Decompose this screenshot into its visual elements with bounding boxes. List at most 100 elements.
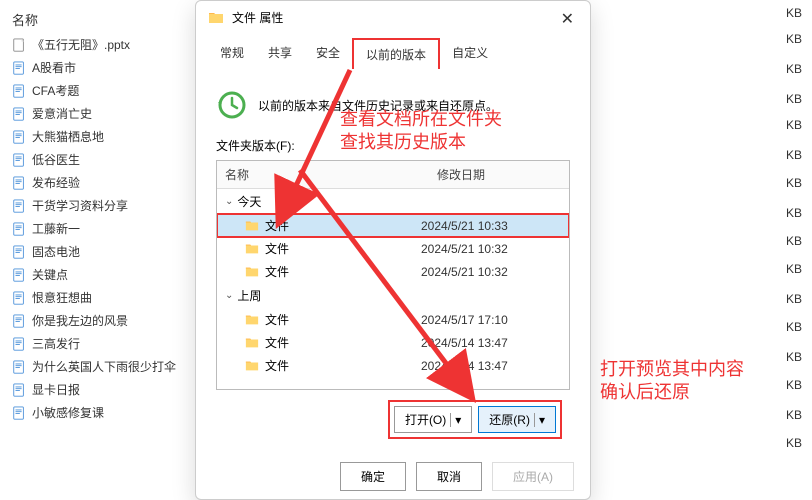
bg-file-name: 恨意狂想曲 [32,289,92,306]
bg-file-name: CFA考题 [32,82,79,99]
bg-file-item[interactable]: 大熊猫栖息地 [0,125,195,148]
bg-file-name: 干货学习资料分享 [32,197,128,214]
bg-size-kb: KB [772,292,802,306]
bg-file-name: 大熊猫栖息地 [32,128,104,145]
bg-file-item[interactable]: 关键点 [0,263,195,286]
annotation-2: 打开预览其中内容 确认后还原 [600,358,744,405]
doc-icon [12,153,26,167]
version-name: 文件 [265,263,415,280]
bg-file-item[interactable]: A股看市 [0,56,195,79]
version-list[interactable]: 名称 修改日期 ⌄今天文件2024/5/21 10:33文件2024/5/21 … [216,160,570,390]
doc-icon [12,84,26,98]
bg-file-name: 显卡日报 [32,381,80,398]
bg-file-name: 关键点 [32,266,68,283]
open-button[interactable]: 打开(O)▾ [394,406,472,433]
version-item[interactable]: 文件 2024/5/21 10:33 [217,214,569,237]
bg-size-kb: KB [772,234,802,248]
version-name: 文件 [265,217,415,234]
folder-icon [245,359,259,373]
bg-file-item[interactable]: 发布经验 [0,171,195,194]
version-item[interactable]: 文件2024/5/14 13:47 [217,354,569,377]
folder-icon [245,219,259,233]
tab-0[interactable]: 常规 [208,38,256,69]
bg-file-name: 小敏感修复课 [32,404,104,421]
bg-file-item[interactable]: 《五行无阻》.pptx [0,33,195,56]
version-item[interactable]: 文件2024/5/17 17:10 [217,308,569,331]
version-date: 2024/5/14 13:47 [421,336,561,350]
tab-bar: 常规共享安全以前的版本自定义 [196,38,590,69]
version-date: 2024/5/21 10:33 [421,219,561,233]
tab-3[interactable]: 以前的版本 [352,38,440,69]
close-icon[interactable]: ✕ [553,7,582,31]
doc-icon [12,176,26,190]
doc-icon [12,61,26,75]
bg-file-item[interactable]: CFA考题 [0,79,195,102]
col-date[interactable]: 修改日期 [429,161,569,188]
pptx-icon [12,38,26,52]
bg-file-item[interactable]: 恨意狂想曲 [0,286,195,309]
version-date: 2024/5/21 10:32 [421,265,561,279]
doc-icon [12,245,26,259]
bg-file-name: 工藤新一 [32,220,80,237]
group-header[interactable]: ⌄上周 [217,283,569,308]
doc-icon [12,383,26,397]
bg-file-name: 你是我左边的风景 [32,312,128,329]
bg-file-item[interactable]: 小敏感修复课 [0,401,195,424]
properties-dialog: 文件 属性 ✕ 常规共享安全以前的版本自定义 以前的版本来自文件历史记录或来自还… [195,0,591,500]
bg-size-kb: KB [772,176,802,190]
bg-file-item[interactable]: 干货学习资料分享 [0,194,195,217]
bg-file-item[interactable]: 显卡日报 [0,378,195,401]
chevron-down-icon: ⌄ [225,196,233,207]
tab-2[interactable]: 安全 [304,38,352,69]
bg-file-item[interactable]: 工藤新一 [0,217,195,240]
ok-button[interactable]: 确定 [340,462,406,491]
bg-file-item[interactable]: 爱意消亡史 [0,102,195,125]
tab-4[interactable]: 自定义 [440,38,500,69]
version-item[interactable]: 文件2024/5/21 10:32 [217,237,569,260]
dialog-titlebar: 文件 属性 ✕ [196,1,590,34]
col-name[interactable]: 名称 [217,161,429,188]
version-date: 2024/5/14 13:47 [421,359,561,373]
folder-icon [245,242,259,256]
bg-file-name: 低谷医生 [32,151,80,168]
bg-file-item[interactable]: 三高发行 [0,332,195,355]
bg-size-kb: KB [772,436,802,450]
chevron-down-icon[interactable]: ▾ [450,413,461,427]
list-header: 名称 修改日期 [217,161,569,189]
group-header[interactable]: ⌄今天 [217,189,569,214]
chevron-down-icon[interactable]: ▾ [534,413,545,427]
doc-icon [12,199,26,213]
bg-size-kb: KB [772,262,802,276]
chevron-down-icon: ⌄ [225,290,233,301]
bg-size-kb: KB [772,32,802,46]
folder-icon [245,265,259,279]
bg-file-name: A股看市 [32,59,76,76]
bg-file-name: 爱意消亡史 [32,105,92,122]
tab-1[interactable]: 共享 [256,38,304,69]
doc-icon [12,268,26,282]
bg-file-item[interactable]: 你是我左边的风景 [0,309,195,332]
bg-size-kb: KB [772,118,802,132]
folder-icon [245,313,259,327]
bg-size-kb: KB [772,320,802,334]
version-name: 文件 [265,334,415,351]
action-button-highlight: 打开(O)▾ 还原(R)▾ [388,400,562,439]
cancel-button[interactable]: 取消 [416,462,482,491]
restore-button[interactable]: 还原(R)▾ [478,406,556,433]
bg-file-item[interactable]: 为什么英国人下雨很少打伞 [0,355,195,378]
folder-icon [245,336,259,350]
history-icon [216,89,248,121]
doc-icon [12,222,26,236]
bg-file-name: 发布经验 [32,174,80,191]
version-item[interactable]: 文件 2024/5/21 10:32 [217,260,569,283]
doc-icon [12,360,26,374]
doc-icon [12,107,26,121]
bg-file-item[interactable]: 固态电池 [0,240,195,263]
version-item[interactable]: 文件 2024/5/14 13:47 [217,331,569,354]
version-name: 文件 [265,240,415,257]
doc-icon [12,314,26,328]
bg-file-item[interactable]: 低谷医生 [0,148,195,171]
bg-file-name: 为什么英国人下雨很少打伞 [32,358,176,375]
bg-size-kb: KB [772,350,802,364]
bg-size-kb: KB [772,378,802,392]
